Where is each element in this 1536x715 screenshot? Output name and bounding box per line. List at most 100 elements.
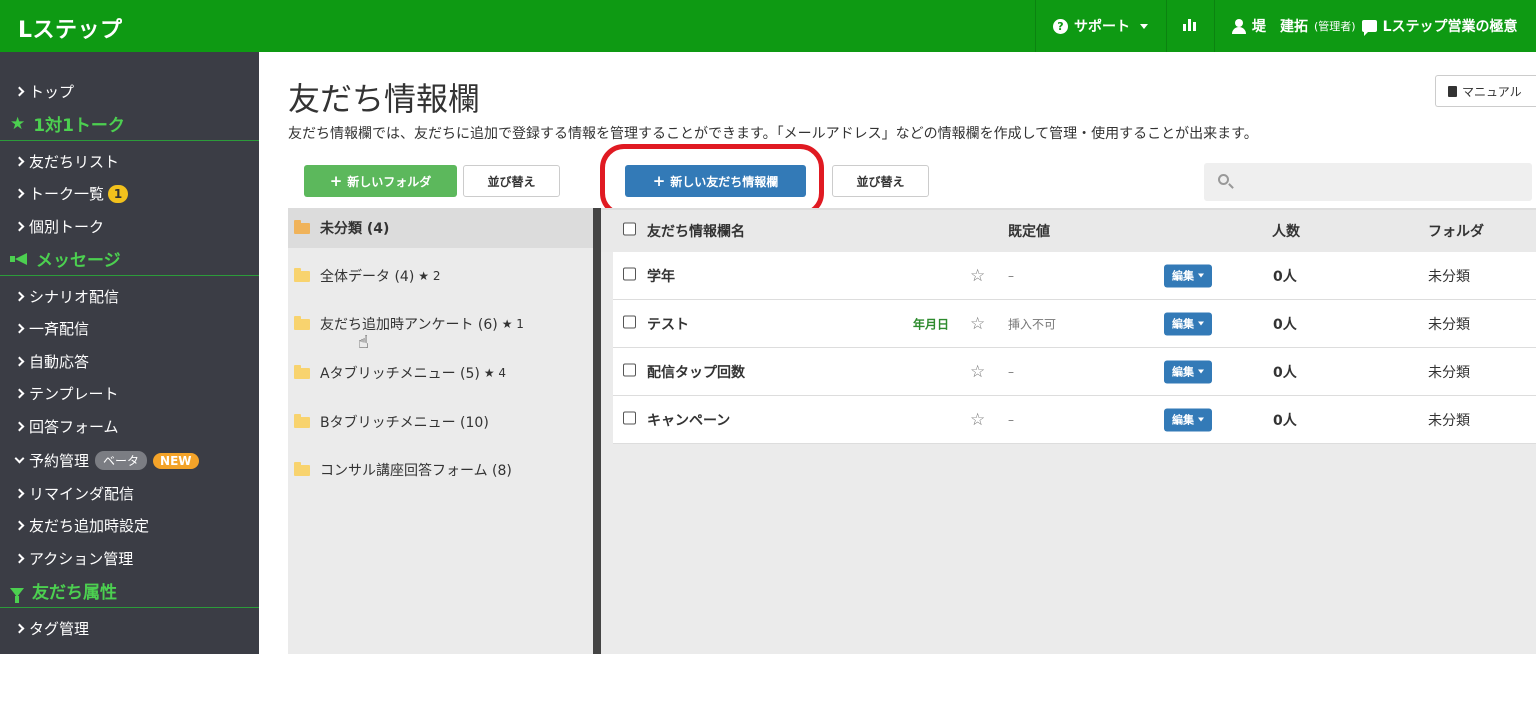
friend-count: 0人	[1273, 316, 1297, 333]
folder-label: Aタブリッチメニュー (5)	[320, 366, 480, 382]
sidebar-item-talk-list[interactable]: トーク一覧 1	[14, 183, 129, 204]
field-name[interactable]: キャンペーン	[647, 410, 730, 430]
folder-item[interactable]: コンサル講座回答フォーム (8)	[288, 450, 593, 490]
button-label: 新しいフォルダ	[347, 174, 432, 189]
section-label: 1対1トーク	[33, 116, 125, 136]
beta-badge: ベータ	[95, 451, 148, 470]
user-name: 堤 建拓	[1252, 19, 1308, 35]
user-icon	[1232, 18, 1246, 34]
row-checkbox[interactable]	[623, 315, 636, 332]
sidebar-item-friend-add-setting[interactable]: 友だち追加時設定	[14, 515, 149, 536]
column-header-name[interactable]: 友だち情報欄名	[647, 221, 745, 241]
user-menu[interactable]: 堤 建拓 (管理者) Lステップ営業の極意	[1232, 16, 1518, 36]
sidebar-item-top[interactable]: トップ	[14, 81, 75, 102]
sidebar-item-label: トップ	[29, 83, 75, 101]
table-header: 友だち情報欄名 既定値 人数 フォルダ	[601, 208, 1536, 252]
edit-dropdown-button[interactable]: 編集	[1164, 312, 1212, 335]
folder-label: Bタブリッチメニュー (10)	[320, 415, 489, 431]
row-checkbox[interactable]	[623, 267, 636, 284]
chevron-down-icon	[14, 453, 25, 464]
manual-button[interactable]: マニュアル	[1435, 75, 1536, 107]
sidebar-item-friend-list[interactable]: 友だちリスト	[14, 151, 119, 172]
sidebar-item-label: シナリオ配信	[29, 288, 120, 306]
star-outline-icon[interactable]: ☆	[970, 266, 985, 286]
default-value: –	[1008, 268, 1014, 283]
folder-item[interactable]: 未分類 (4)	[288, 208, 593, 248]
edit-dropdown-button[interactable]: 編集	[1164, 360, 1212, 383]
sidebar-item-individual-talk[interactable]: 個別トーク	[14, 216, 104, 237]
table-row: キャンペーン ☆ – 編集 0人 未分類	[613, 396, 1536, 444]
column-header-count: 人数	[1272, 224, 1300, 240]
field-sort-button[interactable]: 並び替え	[832, 165, 929, 197]
sidebar-item-auto-reply[interactable]: 自動応答	[14, 351, 89, 372]
chevron-right-icon	[14, 488, 25, 499]
star-outline-icon[interactable]: ☆	[970, 362, 985, 382]
sidebar-section-attr: 友だち属性	[0, 574, 259, 608]
search-input[interactable]	[1204, 163, 1532, 201]
sidebar-section-message: メッセージ	[0, 242, 259, 276]
folder-icon	[294, 267, 310, 282]
field-name[interactable]: 学年	[647, 266, 675, 286]
chevron-down-icon	[1140, 23, 1148, 29]
row-checkbox[interactable]	[623, 411, 636, 428]
app-logo[interactable]: Lステップ	[18, 12, 123, 44]
folder-name: 未分類	[1428, 364, 1470, 381]
sidebar-item-scenario[interactable]: シナリオ配信	[14, 286, 120, 307]
field-name[interactable]: 配信タップ回数	[647, 362, 745, 382]
chevron-right-icon	[14, 188, 25, 199]
folder-label: 未分類 (4)	[320, 221, 390, 237]
sidebar-item-broadcast[interactable]: 一斉配信	[14, 318, 90, 339]
search-icon	[1218, 174, 1229, 185]
star-outline-icon[interactable]: ☆	[970, 410, 985, 430]
star-outline-icon[interactable]: ☆	[970, 314, 985, 334]
megaphone-icon	[10, 252, 28, 265]
sidebar-item-template[interactable]: テンプレート	[14, 383, 119, 404]
folder-icon	[294, 315, 310, 330]
panel-divider[interactable]	[593, 208, 601, 654]
folder-sort-button[interactable]: 並び替え	[463, 165, 560, 197]
folder-item[interactable]: Bタブリッチメニュー (10)	[288, 402, 593, 442]
select-all-checkbox[interactable]	[623, 222, 636, 240]
chevron-down-icon	[1198, 417, 1204, 422]
folder-name: 未分類	[1428, 316, 1470, 333]
folder-item[interactable]: Aタブリッチメニュー (5) ★ 4	[288, 353, 593, 393]
chevron-right-icon	[14, 520, 25, 531]
sidebar-item-label: 一斉配信	[29, 320, 90, 338]
folder-star-count: ★ 2	[418, 269, 441, 283]
folder-label: コンサル講座回答フォーム (8)	[320, 463, 512, 479]
sidebar-item-label: 回答フォーム	[29, 418, 119, 436]
sidebar: トップ ★ 1対1トーク 友だちリスト トーク一覧 1 個別トーク メッセージ シナ…	[0, 52, 259, 654]
new-folder-button[interactable]: + 新しいフォルダ	[304, 165, 457, 197]
button-label: 編集	[1172, 317, 1194, 331]
sidebar-item-label: リマインダ配信	[29, 485, 135, 503]
sidebar-item-label: アクション管理	[29, 550, 134, 568]
sidebar-item-action-mgmt[interactable]: アクション管理	[14, 548, 134, 569]
stats-button[interactable]	[1183, 18, 1196, 31]
folder-item[interactable]: 全体データ (4) ★ 2	[288, 256, 593, 296]
chevron-right-icon	[14, 623, 25, 634]
table-row: 学年 ☆ – 編集 0人 未分類	[613, 252, 1536, 300]
field-name[interactable]: テスト	[647, 314, 689, 334]
folder-label: 友だち追加時アンケート (6)	[320, 317, 498, 333]
chevron-right-icon	[14, 553, 25, 564]
highlight-annotation	[600, 144, 824, 217]
folder-item[interactable]: 友だち追加時アンケート (6) ★ 1	[288, 304, 593, 344]
user-role: (管理者)	[1314, 20, 1356, 33]
chevron-down-icon	[1198, 273, 1204, 278]
edit-dropdown-button[interactable]: 編集	[1164, 264, 1212, 287]
button-label: 編集	[1172, 269, 1194, 283]
edit-dropdown-button[interactable]: 編集	[1164, 408, 1212, 431]
sidebar-item-reservation[interactable]: 予約管理 ベータ NEW	[14, 450, 199, 471]
sidebar-item-tag-mgmt[interactable]: タグ管理	[14, 618, 89, 639]
folder-icon	[294, 461, 310, 476]
manual-label: マニュアル	[1462, 84, 1522, 99]
sidebar-item-reminder[interactable]: リマインダ配信	[14, 483, 135, 504]
header-divider	[1035, 0, 1036, 52]
support-menu[interactable]: ? サポート	[1053, 16, 1148, 36]
header-divider	[1166, 0, 1167, 52]
unread-badge: 1	[108, 184, 129, 203]
page-title: 友だち情報欄	[288, 80, 481, 118]
sidebar-item-answer-form[interactable]: 回答フォーム	[14, 416, 119, 437]
button-label: 編集	[1172, 365, 1194, 379]
row-checkbox[interactable]	[623, 363, 636, 380]
